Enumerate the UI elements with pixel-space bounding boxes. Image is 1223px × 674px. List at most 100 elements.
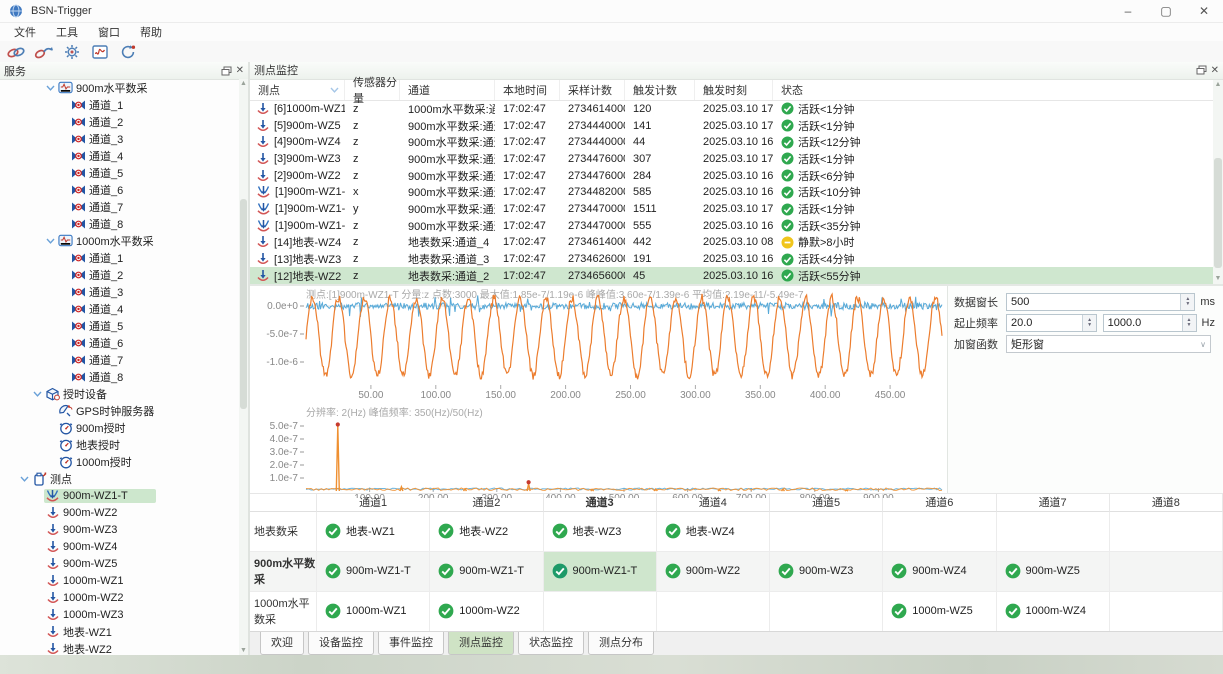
tree-item-通道_3[interactable]: 通道_3 [0, 283, 239, 300]
table-row-[12]地表-WZ2-z[interactable]: [12]地表-WZ2z地表数采:通道_217:02:47273465600045… [250, 267, 1223, 284]
tab-事件监控[interactable]: 事件监控 [378, 632, 444, 655]
column-header-状态[interactable]: 状态 [773, 80, 1223, 100]
sort-chevron-icon[interactable] [330, 87, 339, 93]
spinner-icon[interactable]: ▲▼ [1182, 315, 1196, 331]
tree-item-通道_2[interactable]: 通道_2 [0, 266, 239, 283]
table-row-[1]900m-WZ1-T-x[interactable]: [1]900m-WZ1-Tx900m水平数采:通道_117:02:4727344… [250, 184, 1223, 201]
tree-item-通道_2[interactable]: 通道_2 [0, 113, 239, 130]
column-header-传感器分量[interactable]: 传感器分量 [345, 80, 400, 100]
tree-item-通道_1[interactable]: 通道_1 [0, 249, 239, 266]
panel-close-icon[interactable]: ✕ [1211, 65, 1219, 76]
scroll-down-icon[interactable]: ▼ [239, 646, 248, 655]
menu-item-4[interactable]: 帮助 [130, 23, 172, 41]
caret-down-icon[interactable] [18, 476, 31, 482]
tab-测点分布[interactable]: 测点分布 [588, 632, 654, 655]
tree-item-900m-WZ2[interactable]: 900m-WZ2 [0, 504, 239, 521]
tree-item-通道_8[interactable]: 通道_8 [0, 215, 239, 232]
tab-测点监控[interactable]: 测点监控 [448, 632, 514, 655]
close-icon[interactable]: ✕ [1185, 0, 1223, 22]
grid-cell-900m-WZ2[interactable]: 900m-WZ2 [657, 552, 770, 592]
grid-cell-地表-WZ3[interactable]: 地表-WZ3 [544, 512, 657, 552]
column-header-本地时间[interactable]: 本地时间 [495, 80, 560, 100]
tab-设备监控[interactable]: 设备监控 [308, 632, 374, 655]
grid-cell-地表-WZ4[interactable]: 地表-WZ4 [657, 512, 770, 552]
menu-item-3[interactable]: 窗口 [88, 23, 130, 41]
grid-cell-1000m-WZ5[interactable]: 1000m-WZ5 [883, 592, 996, 632]
sync-link-icon[interactable] [34, 43, 54, 61]
table-scrollbar[interactable]: ▲ ▼ [1213, 80, 1223, 285]
scroll-up-icon[interactable]: ▲ [239, 79, 248, 88]
tree-item-900m授时[interactable]: 900m授时 [0, 419, 239, 436]
column-header-通道[interactable]: 通道 [400, 80, 495, 100]
tree-item-GPS时钟服务器[interactable]: GPS时钟服务器 [0, 402, 239, 419]
scroll-down-icon[interactable]: ▼ [1213, 274, 1223, 284]
tree-item-通道_4[interactable]: 通道_4 [0, 147, 239, 164]
minimize-icon[interactable]: – [1109, 0, 1147, 22]
connect-link-icon[interactable] [6, 43, 26, 61]
table-row-[1]900m-WZ1-T-y[interactable]: [1]900m-WZ1-Ty900m水平数采:通道_217:02:4727344… [250, 201, 1223, 218]
tree-item-通道_6[interactable]: 通道_6 [0, 334, 239, 351]
spinner-icon[interactable]: ▲▼ [1180, 294, 1194, 310]
chevron-down-icon[interactable]: ∨ [1200, 340, 1206, 349]
tree-item-地表-WZ1[interactable]: 地表-WZ1 [0, 623, 239, 640]
grid-cell-900m-WZ4[interactable]: 900m-WZ4 [883, 552, 996, 592]
tree-item-通道_7[interactable]: 通道_7 [0, 351, 239, 368]
scroll-up-icon[interactable]: ▲ [1213, 80, 1223, 90]
tree-item-通道_4[interactable]: 通道_4 [0, 300, 239, 317]
tree-item-900m-WZ4[interactable]: 900m-WZ4 [0, 538, 239, 555]
tree-item-900m-WZ5[interactable]: 900m-WZ5 [0, 555, 239, 572]
caret-down-icon[interactable] [44, 238, 57, 244]
grid-cell-1000m-WZ4[interactable]: 1000m-WZ4 [997, 592, 1110, 632]
grid-cell-1000m-WZ2[interactable]: 1000m-WZ2 [430, 592, 543, 632]
table-row-[6]1000m-WZ1-z[interactable]: [6]1000m-WZ1z1000m水平数采:通道_117:02:4727346… [250, 101, 1223, 118]
tree-item-通道_5[interactable]: 通道_5 [0, 164, 239, 181]
tree-item-通道_3[interactable]: 通道_3 [0, 130, 239, 147]
grid-cell-900m-WZ1-T[interactable]: 900m-WZ1-T [430, 552, 543, 592]
tree-item-测点[interactable]: 测点 [0, 470, 239, 487]
tree-item-通道_1[interactable]: 通道_1 [0, 96, 239, 113]
column-header-测点[interactable]: 测点 [250, 80, 345, 100]
table-row-[3]900m-WZ3-z[interactable]: [3]900m-WZ3z900m水平数采:通道_517:02:472734476… [250, 151, 1223, 168]
tree-item-通道_7[interactable]: 通道_7 [0, 198, 239, 215]
table-row-[2]900m-WZ2-z[interactable]: [2]900m-WZ2z900m水平数采:通道_417:02:472734476… [250, 167, 1223, 184]
maximize-icon[interactable]: ▢ [1147, 0, 1185, 22]
column-header-触发计数[interactable]: 触发计数 [625, 80, 695, 100]
column-header-触发时刻[interactable]: 触发时刻 [695, 80, 773, 100]
input-起止频率-start[interactable]: 20.0▲▼ [1006, 314, 1097, 332]
table-row-[4]900m-WZ4-z[interactable]: [4]900m-WZ4z900m水平数采:通道_617:02:472734440… [250, 134, 1223, 151]
table-row-[14]地表-WZ4-z[interactable]: [14]地表-WZ4z地表数采:通道_417:02:47273461400044… [250, 234, 1223, 251]
sidebar-scrollbar[interactable]: ▲ ▼ [239, 79, 248, 655]
tree-item-1000m水平数采[interactable]: 1000m水平数采 [0, 232, 239, 249]
settings-gear-icon[interactable] [62, 43, 82, 61]
grid-cell-900m-WZ1-T[interactable]: 900m-WZ1-T [544, 552, 657, 592]
refresh-icon[interactable] [118, 43, 138, 61]
grid-cell-地表-WZ1[interactable]: 地表-WZ1 [317, 512, 430, 552]
grid-cell-1000m-WZ1[interactable]: 1000m-WZ1 [317, 592, 430, 632]
caret-down-icon[interactable] [31, 391, 44, 397]
tree-item-通道_6[interactable]: 通道_6 [0, 181, 239, 198]
tree-item-1000m授时[interactable]: 1000m授时 [0, 453, 239, 470]
grid-cell-900m-WZ3[interactable]: 900m-WZ3 [770, 552, 883, 592]
tree-item-地表授时[interactable]: 地表授时 [0, 436, 239, 453]
grid-cell-900m-WZ5[interactable]: 900m-WZ5 [997, 552, 1110, 592]
tree-item-1000m-WZ3[interactable]: 1000m-WZ3 [0, 606, 239, 623]
panel-close-icon[interactable]: ✕ [236, 65, 244, 76]
panel-float-icon[interactable] [221, 66, 232, 76]
tree-item-1000m-WZ1[interactable]: 1000m-WZ1 [0, 572, 239, 589]
menu-item-1[interactable]: 文件 [4, 23, 46, 41]
tree-item-1000m-WZ2[interactable]: 1000m-WZ2 [0, 589, 239, 606]
monitor-window-icon[interactable] [90, 43, 110, 61]
tree-item-900m-WZ1-T[interactable]: 900m-WZ1-T [0, 487, 239, 504]
table-row-[13]地表-WZ3-z[interactable]: [13]地表-WZ3z地表数采:通道_317:02:47273462600019… [250, 251, 1223, 268]
caret-down-icon[interactable] [44, 85, 57, 91]
table-row-[1]900m-WZ1-T-z[interactable]: [1]900m-WZ1-Tz900m水平数采:通道_317:02:4727344… [250, 217, 1223, 234]
select-加窗函数[interactable]: 矩形窗∨ [1006, 335, 1211, 353]
tree-item-通道_8[interactable]: 通道_8 [0, 368, 239, 385]
input-起止频率-end[interactable]: 1000.0▲▼ [1103, 314, 1197, 332]
scroll-thumb[interactable] [240, 199, 247, 409]
tree-item-通道_5[interactable]: 通道_5 [0, 317, 239, 334]
tree-item-授时设备[interactable]: 授时设备 [0, 385, 239, 402]
grid-cell-地表-WZ2[interactable]: 地表-WZ2 [430, 512, 543, 552]
tree-item-900m-WZ3[interactable]: 900m-WZ3 [0, 521, 239, 538]
table-row-[5]900m-WZ5-z[interactable]: [5]900m-WZ5z900m水平数采:通道_717:02:472734440… [250, 117, 1223, 134]
